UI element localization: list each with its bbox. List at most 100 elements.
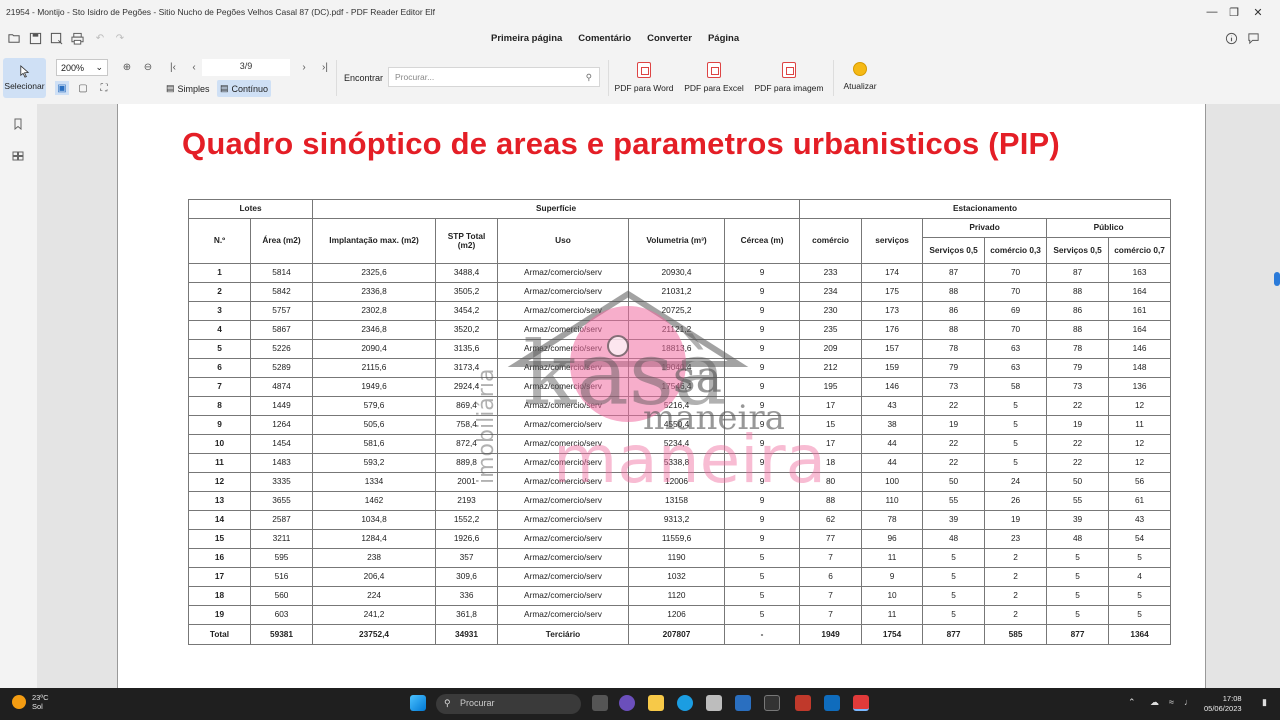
header-comercio: comércio [799, 218, 863, 264]
update-label: Atualizar [843, 81, 877, 91]
table-cell: 11 [188, 453, 251, 473]
cloud-icon[interactable]: ☁ [1150, 697, 1159, 708]
notification-icon[interactable]: ▮ [1262, 697, 1267, 708]
table-cell: 43 [861, 396, 924, 416]
print-icon[interactable] [69, 30, 85, 46]
table-cell: Armaz/comercio/serv [497, 377, 630, 397]
previous-page-icon[interactable]: ‹ [187, 60, 201, 74]
header-priv-servicos: Serviços 0,5 [922, 237, 986, 264]
table-cell: 21031,2 [628, 282, 726, 302]
menu-first-page[interactable]: Primeira página [491, 31, 562, 46]
find-input[interactable]: Procurar... ⚲ [388, 67, 600, 87]
table-cell: 5 [1108, 586, 1172, 606]
pdf-to-image-button[interactable]: PDF para imagem [752, 62, 826, 93]
table-row: 11 1483 593,2 889,8 Armaz/comercio/serv 5338,… [188, 453, 1172, 473]
pdf-excel-icon [707, 62, 721, 78]
table-cell: 22 [1046, 453, 1110, 473]
close-icon[interactable]: ✕ [1236, 0, 1280, 24]
table-cell: 1034,8 [312, 510, 437, 530]
store-icon[interactable] [706, 695, 722, 711]
table-cell: 309,6 [435, 567, 499, 587]
table-cell: 59381 [249, 624, 314, 645]
task-view-icon[interactable] [592, 695, 608, 711]
update-button[interactable]: Atualizar [825, 62, 895, 91]
table-cell: 5 [1108, 605, 1172, 625]
view-single-button[interactable]: ▤ Simples [163, 80, 213, 97]
table-cell: 9 [724, 377, 801, 397]
info-icon[interactable] [1223, 30, 1239, 46]
mcafee-icon[interactable] [795, 695, 811, 711]
weather-app-icon[interactable] [735, 695, 751, 711]
zoom-select[interactable]: 200% ⌄ [56, 59, 108, 76]
table-cell: 14 [188, 510, 251, 530]
menu-page[interactable]: Página [708, 31, 739, 46]
table-cell: 1190 [628, 548, 726, 568]
document-viewport[interactable]: Quadro sinóptico de areas e parametros u… [37, 104, 1280, 688]
table-cell: 38 [861, 415, 924, 435]
table-cell: 2 [984, 605, 1048, 625]
next-page-icon[interactable]: › [297, 60, 311, 74]
zoom-out-icon[interactable]: ⊖ [141, 60, 155, 74]
undo-icon[interactable]: ↶ [92, 30, 108, 46]
table-cell: 163 [1108, 263, 1172, 283]
page-number-input[interactable]: 3/9 [202, 59, 290, 76]
table-cell: 238 [312, 548, 437, 568]
redo-icon[interactable]: ↷ [112, 30, 128, 46]
scrollbar-thumb[interactable] [1274, 272, 1280, 286]
table-cell: 1120 [628, 586, 726, 606]
table-row: 5 5226 2090,4 3135,6 Armaz/comercio/serv 1881… [188, 339, 1172, 359]
first-page-icon[interactable]: |‹ [166, 60, 180, 74]
table-cell: 9 [724, 415, 801, 435]
taskbar-search[interactable]: ⚲ Procurar [436, 694, 581, 714]
pdf-reader-icon[interactable] [853, 695, 869, 711]
menu-comment[interactable]: Comentário [578, 31, 631, 46]
menu-convert[interactable]: Converter [647, 31, 692, 46]
table-cell: 5 [1046, 567, 1110, 587]
feedback-icon[interactable] [1245, 30, 1261, 46]
table-cell: 3335 [249, 472, 314, 492]
app-icon[interactable] [764, 695, 780, 711]
save-icon[interactable] [27, 30, 43, 46]
table-cell: 5 [922, 586, 986, 606]
table-cell: 39 [1046, 510, 1110, 530]
windows-start-icon[interactable] [410, 695, 426, 711]
table-cell: 2924,4 [435, 377, 499, 397]
table-cell: 146 [861, 377, 924, 397]
select-tool-button[interactable]: Selecionar [3, 58, 46, 98]
table-cell: 20725,2 [628, 301, 726, 321]
table-cell: 50 [1046, 472, 1110, 492]
table-cell: 5 [922, 605, 986, 625]
edge-browser-icon[interactable] [677, 695, 693, 711]
header-implantacao: Implantação max. (m2) [312, 218, 437, 264]
pdf-to-word-button[interactable]: PDF para Word [609, 62, 679, 93]
fit-width-icon[interactable]: ▢ [76, 81, 90, 95]
table-row: 16 595 238 357 Armaz/comercio/serv 1190 5 7 11 5 2… [188, 548, 1172, 568]
table-cell: Armaz/comercio/serv [497, 548, 630, 568]
open-folder-icon[interactable] [6, 30, 22, 46]
file-explorer-icon[interactable] [648, 695, 664, 711]
table-cell: 9 [724, 529, 801, 549]
pdf-image-icon [782, 62, 796, 78]
save-as-icon[interactable] [48, 30, 64, 46]
header-privado: Privado [922, 218, 1048, 238]
table-cell: 10 [861, 586, 924, 606]
bookmark-icon[interactable] [12, 118, 25, 131]
fullscreen-icon[interactable]: ⛶ [97, 81, 111, 95]
zoom-in-icon[interactable]: ⊕ [120, 60, 134, 74]
volume-icon[interactable]: ♩ [1184, 697, 1193, 707]
fit-page-icon[interactable]: ▣ [55, 81, 69, 95]
weather-widget[interactable]: 23ºC Sol [12, 693, 49, 711]
table-row: 4 5867 2346,8 3520,2 Armaz/comercio/serv 2112… [188, 320, 1172, 340]
system-clock[interactable]: 17:08 05/06/2023 [1204, 694, 1242, 714]
wifi-icon[interactable]: ≈ [1169, 697, 1174, 707]
thumbnails-icon[interactable] [12, 150, 25, 163]
table-cell: 9 [724, 491, 801, 511]
table-cell: 19 [1046, 415, 1110, 435]
outlook-icon[interactable] [824, 695, 840, 711]
pdf-to-excel-button[interactable]: PDF para Excel [679, 62, 749, 93]
table-cell: 1032 [628, 567, 726, 587]
chevron-up-icon[interactable]: ⌃ [1128, 697, 1136, 708]
chat-icon[interactable] [619, 695, 635, 711]
view-continuous-button[interactable]: ▤ Contínuo [217, 80, 272, 97]
last-page-icon[interactable]: ›| [318, 60, 332, 74]
